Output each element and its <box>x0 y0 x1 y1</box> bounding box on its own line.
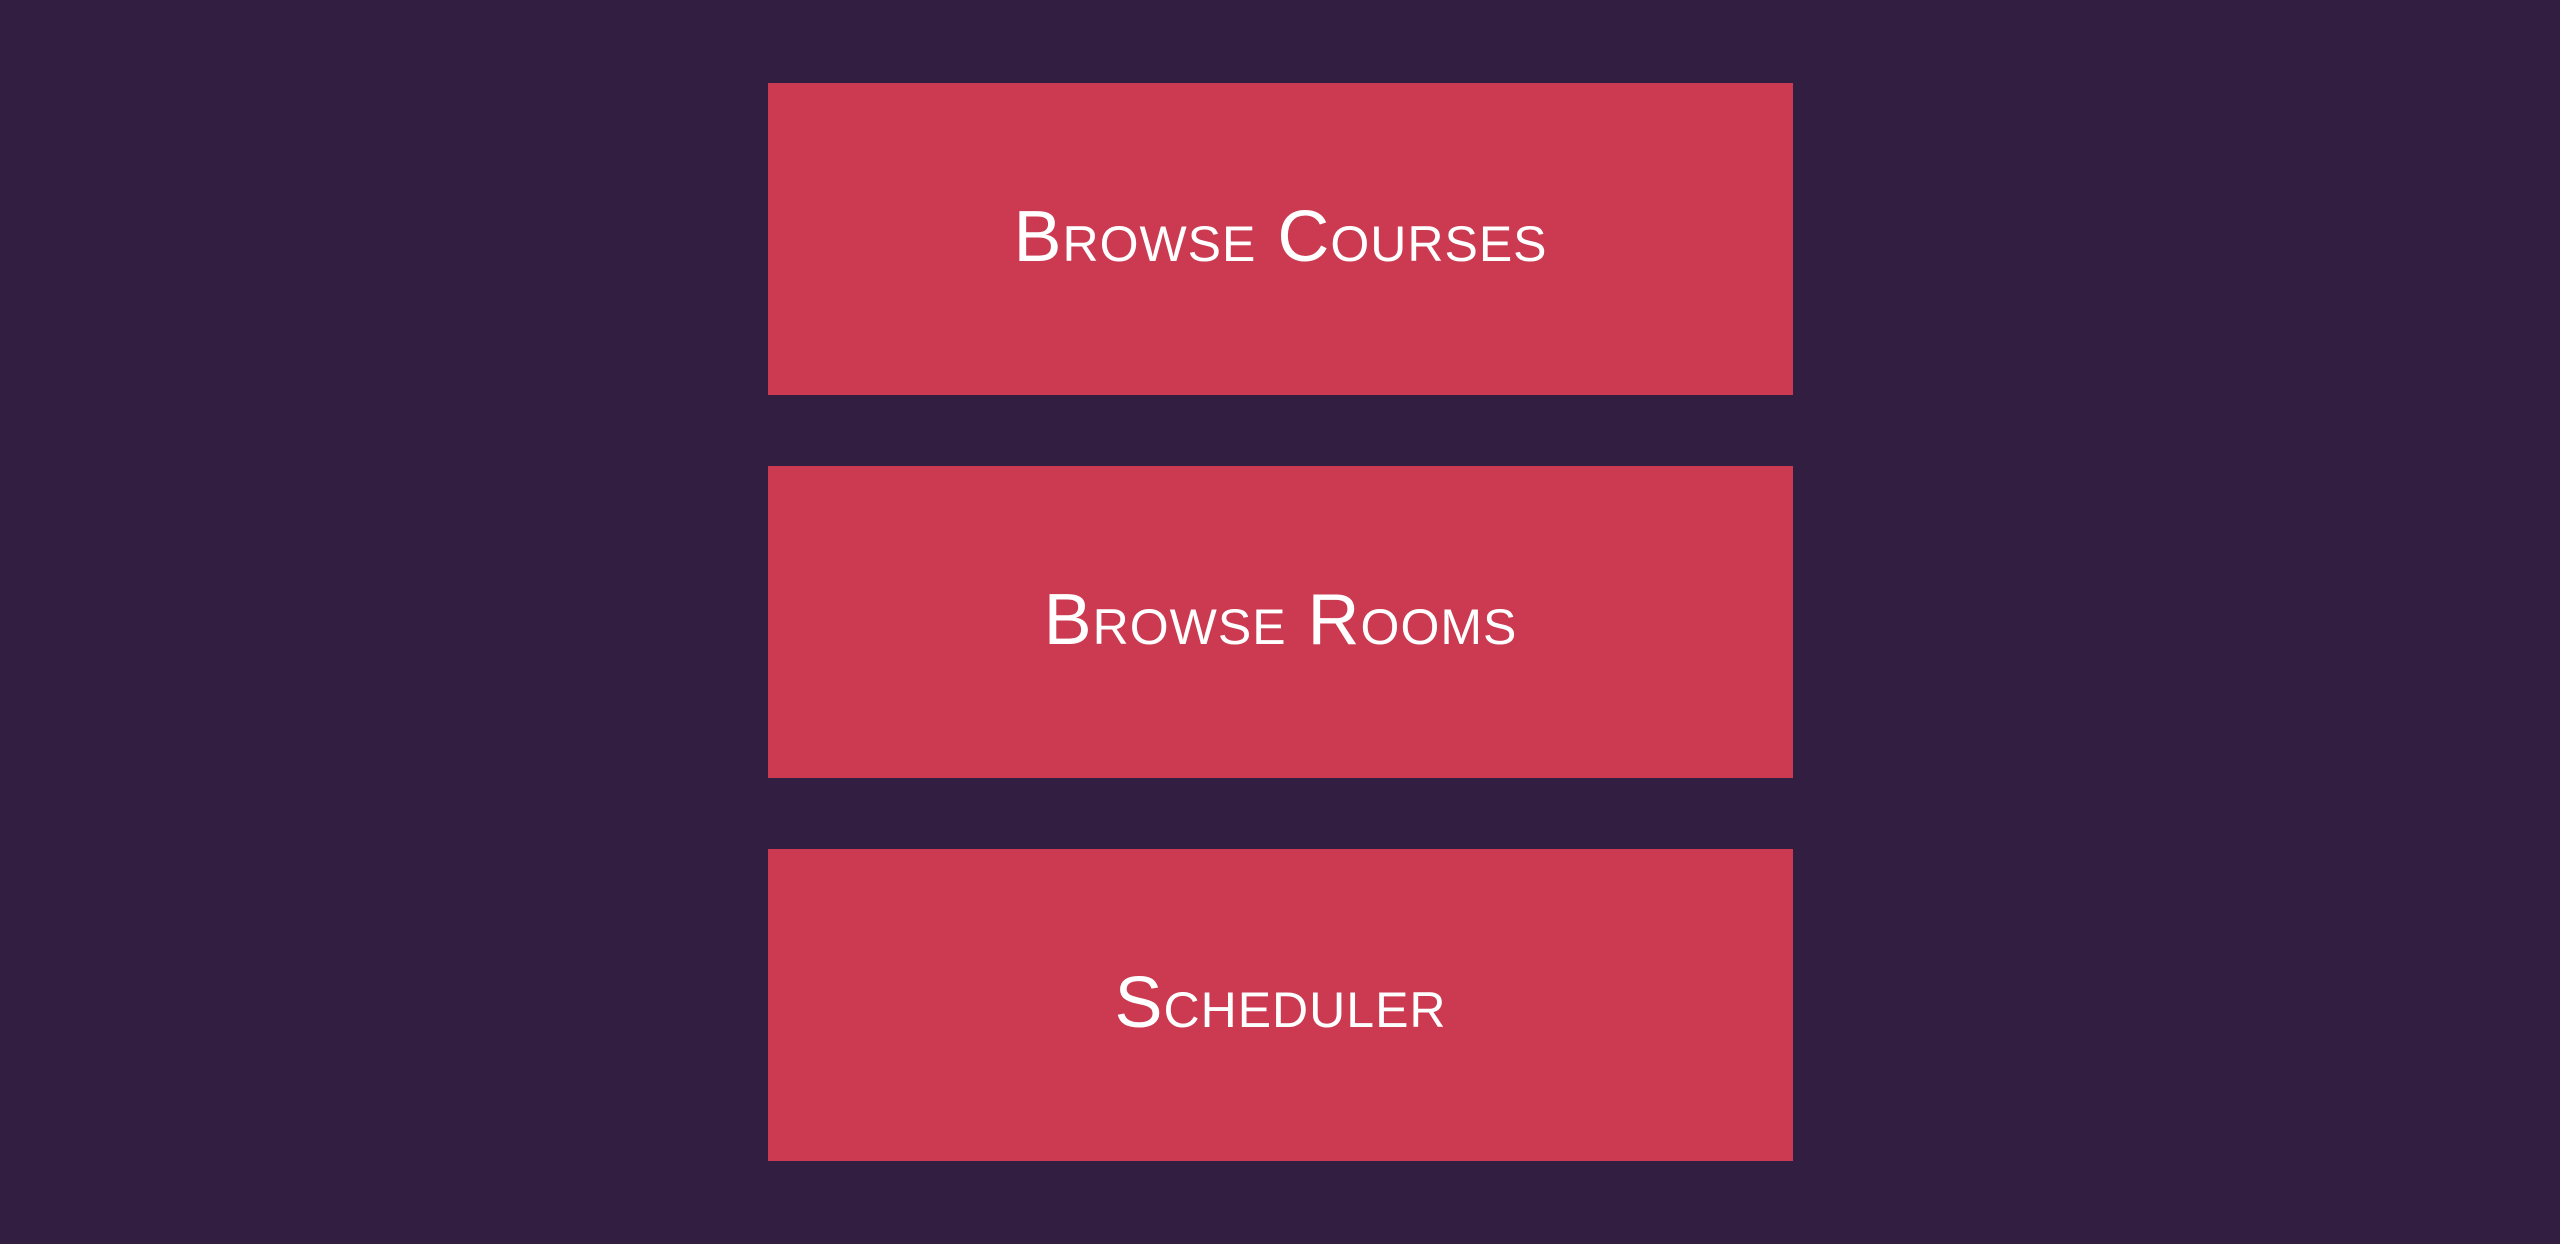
browse-rooms-label: Browse Rooms <box>1043 580 1518 660</box>
scheduler-button[interactable]: Scheduler <box>768 849 1793 1161</box>
scheduler-label: Scheduler <box>1114 963 1447 1043</box>
main-menu: Browse Courses Browse Rooms Scheduler <box>768 83 1793 1161</box>
browse-courses-button[interactable]: Browse Courses <box>768 83 1793 395</box>
browse-courses-label: Browse Courses <box>1013 197 1548 277</box>
browse-rooms-button[interactable]: Browse Rooms <box>768 466 1793 778</box>
